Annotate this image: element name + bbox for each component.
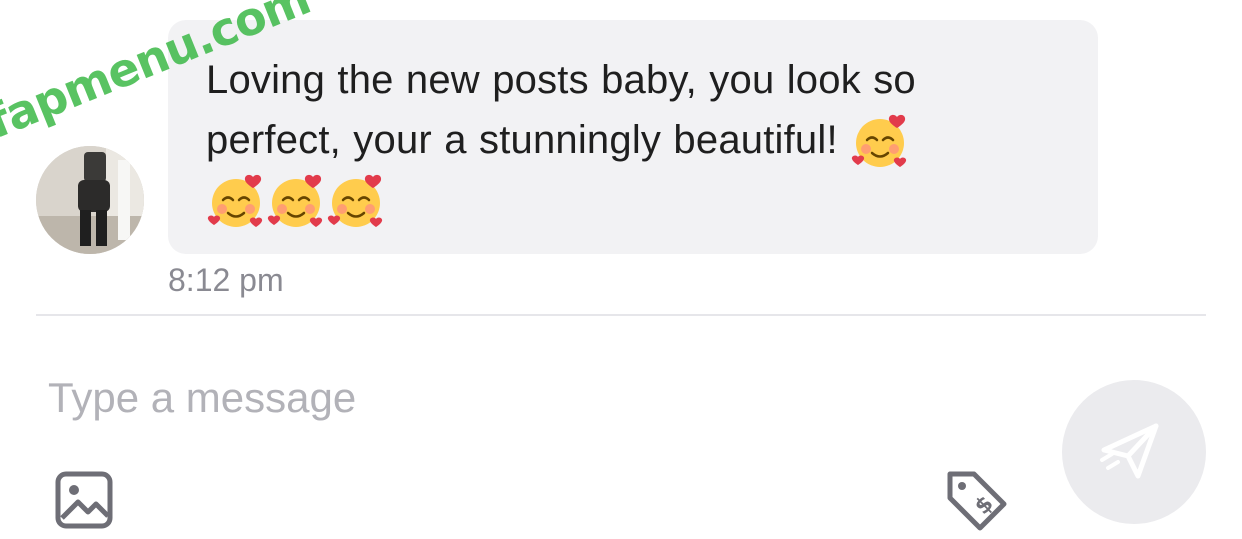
smiling-face-with-hearts-icon <box>206 171 266 231</box>
message-text-line-1: Loving the new posts baby, you look so <box>206 58 916 102</box>
price-tag-icon: $ <box>947 471 1007 531</box>
attach-image-button[interactable] <box>54 470 114 530</box>
send-icon <box>1100 423 1159 479</box>
emoji-row <box>206 171 1058 231</box>
set-price-button[interactable]: $ <box>944 468 1010 534</box>
message-bubble[interactable]: Loving the new posts baby, you look so p… <box>168 20 1098 254</box>
smiling-face-with-hearts-icon <box>850 111 910 171</box>
message-text-line-2: perfect, your a stunningly beautiful! <box>206 110 1058 171</box>
composer-divider <box>36 314 1206 316</box>
send-button[interactable] <box>1062 380 1206 524</box>
image-icon <box>55 471 113 529</box>
smiling-face-with-hearts-icon <box>266 171 326 231</box>
message-input[interactable] <box>48 366 1028 430</box>
message-timestamp: 8:12 pm <box>168 262 284 298</box>
message-text-line-2-text: perfect, your a stunningly beautiful! <box>206 118 838 162</box>
smiling-face-with-hearts-icon <box>326 171 386 231</box>
sender-avatar[interactable] <box>36 146 144 254</box>
